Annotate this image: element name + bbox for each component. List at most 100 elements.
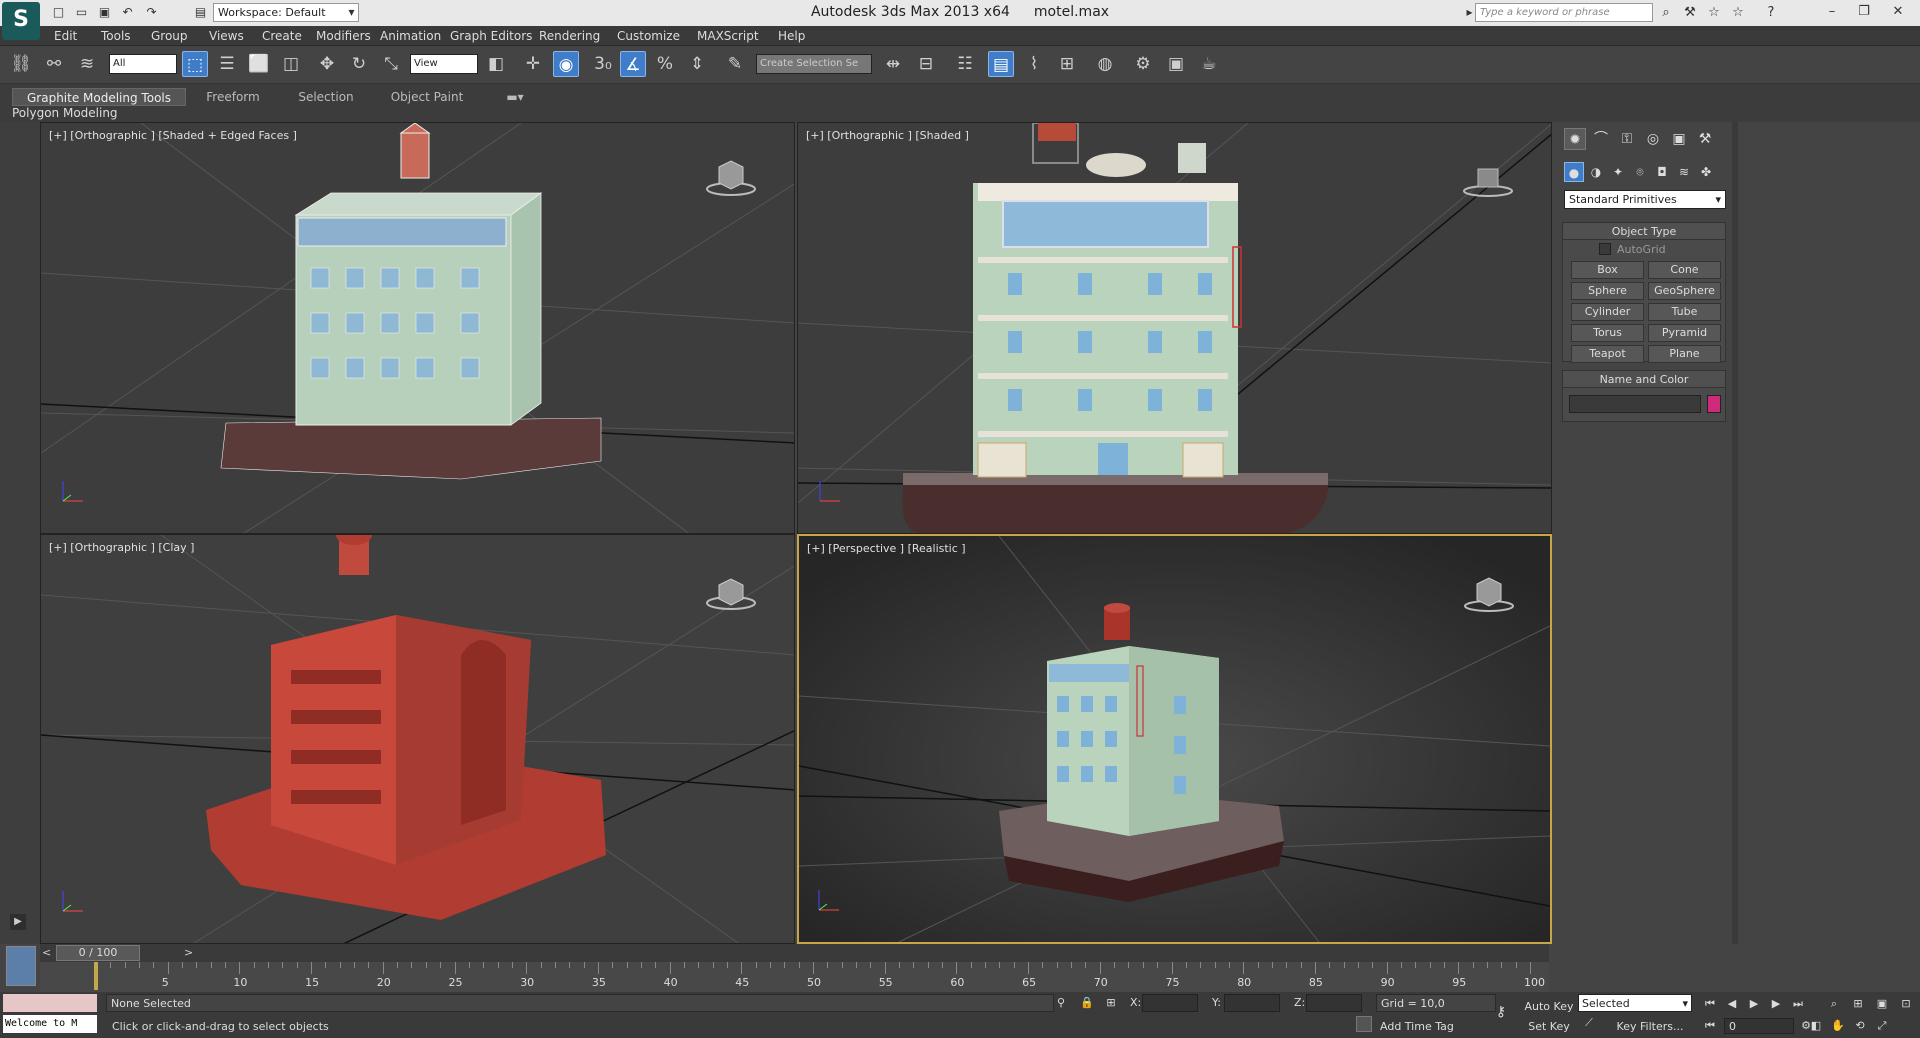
time-slider-prev-icon[interactable]: < xyxy=(42,946,51,959)
viewport-bottom-left[interactable]: [+] [Orthographic ] [Clay ] xyxy=(40,534,795,944)
zoom-extents-all-icon[interactable]: ⊡ xyxy=(1898,996,1914,1012)
named-selection-dropdown[interactable]: Create Selection Se xyxy=(756,54,872,74)
viewcube-icon[interactable] xyxy=(705,159,757,199)
communication-icon[interactable]: ☆ xyxy=(1705,4,1723,22)
maximize-viewport-icon[interactable]: ⤢ xyxy=(1874,1018,1890,1034)
viewport-bottom-right-perspective[interactable]: [+] [Perspective ] [Realistic ] xyxy=(797,534,1552,944)
minimize-icon[interactable]: – xyxy=(1818,2,1846,22)
sphere-button[interactable]: Sphere xyxy=(1571,282,1644,300)
default-tangent-icon[interactable]: ⟋ xyxy=(1580,1016,1598,1034)
layer-manager-icon[interactable]: ☷ xyxy=(952,51,978,77)
select-object-icon[interactable]: ⬚ xyxy=(182,51,208,77)
menu-views[interactable]: Views xyxy=(209,28,244,44)
polygon-modeling-panel[interactable]: Polygon Modeling xyxy=(12,106,118,120)
transform-type-in-icon[interactable]: ⊞ xyxy=(1104,996,1118,1009)
percent-snap-icon[interactable]: % xyxy=(652,51,678,77)
rendered-frame-window-icon[interactable]: ▣ xyxy=(1163,51,1189,77)
play-icon[interactable]: ▶ xyxy=(1746,996,1762,1012)
app-logo-icon[interactable]: S xyxy=(2,2,40,40)
autogrid-checkbox[interactable] xyxy=(1599,243,1611,255)
helpers-icon[interactable]: ◘ xyxy=(1652,162,1672,182)
ribbon-options-icon[interactable]: ▬▾ xyxy=(500,88,530,106)
render-setup-icon[interactable]: ⚙ xyxy=(1130,51,1156,77)
viewcube-icon[interactable] xyxy=(1463,576,1515,616)
select-and-move-icon[interactable]: ✥ xyxy=(314,51,340,77)
set-key-button[interactable]: Set Key xyxy=(1524,1020,1574,1033)
select-by-name-icon[interactable]: ☰ xyxy=(214,51,240,77)
select-and-link-icon[interactable]: ⛓ xyxy=(8,51,34,77)
subscription-icon[interactable]: ⚒ xyxy=(1681,4,1699,22)
tab-graphite-modeling-tools[interactable]: Graphite Modeling Tools xyxy=(12,88,186,106)
utilities-panel-icon[interactable]: ⚒ xyxy=(1694,128,1716,150)
align-icon[interactable]: ⊟ xyxy=(913,51,939,77)
spinner-snap-icon[interactable]: ⇕ xyxy=(684,51,710,77)
x-coordinate-input[interactable] xyxy=(1142,994,1198,1012)
bind-space-warp-icon[interactable]: ≋ xyxy=(74,51,100,77)
reference-coordinate-dropdown[interactable]: View xyxy=(410,54,478,74)
keyboard-shortcut-override-icon[interactable]: ◉ xyxy=(553,51,579,77)
z-coordinate-input[interactable] xyxy=(1306,994,1362,1012)
zoom-all-icon[interactable]: ⊞ xyxy=(1850,996,1866,1012)
orbit-icon[interactable]: ⟲ xyxy=(1852,1018,1868,1034)
search-input[interactable]: Type a keyword or phrase xyxy=(1475,3,1653,22)
toggle-ribbon-icon[interactable]: ▤ xyxy=(988,51,1014,77)
lights-icon[interactable]: ✦ xyxy=(1608,162,1628,182)
geosphere-button[interactable]: GeoSphere xyxy=(1648,282,1721,300)
current-frame-input[interactable]: 0 xyxy=(1724,1018,1794,1034)
binoculars-icon[interactable]: ⌕ xyxy=(1657,4,1675,22)
primitive-type-dropdown[interactable]: Standard Primitives ▾ xyxy=(1564,190,1726,209)
maxscript-listener-input[interactable]: Welcome to M xyxy=(3,1015,97,1033)
display-panel-icon[interactable]: ▣ xyxy=(1668,128,1690,150)
curve-editor-icon[interactable]: ⌇ xyxy=(1021,51,1047,77)
menu-customize[interactable]: Customize xyxy=(617,28,680,44)
rectangular-selection-icon[interactable]: ⬜ xyxy=(246,51,272,77)
viewcube-icon[interactable] xyxy=(1462,163,1514,203)
geometry-icon[interactable]: ● xyxy=(1564,162,1584,182)
object-name-input[interactable] xyxy=(1569,395,1701,413)
go-to-end-icon[interactable]: ⏭ xyxy=(1790,996,1806,1012)
viewport-label-bottom-left[interactable]: [+] [Orthographic ] [Clay ] xyxy=(49,541,194,554)
menu-graph-editors[interactable]: Graph Editors xyxy=(450,28,532,44)
shapes-icon[interactable]: ◑ xyxy=(1586,162,1606,182)
menu-animation[interactable]: Animation xyxy=(380,28,441,44)
menu-maxscript[interactable]: MAXScript xyxy=(697,28,759,44)
previous-frame-icon[interactable]: ◀ xyxy=(1724,996,1740,1012)
pyramid-button[interactable]: Pyramid xyxy=(1648,324,1721,342)
track-bar[interactable]: 5 10 15 20 25 30 35 40 45 50 55 60 65 70 75 80 85 90 95 100 xyxy=(40,962,1549,992)
time-slider[interactable]: 0 / 100 xyxy=(56,945,140,961)
tab-freeform[interactable]: Freeform xyxy=(196,88,270,106)
menu-tools[interactable]: Tools xyxy=(101,28,131,44)
angle-snap-icon[interactable]: ∡ xyxy=(620,51,646,77)
space-warps-icon[interactable]: ≋ xyxy=(1674,162,1694,182)
add-time-tag-button[interactable]: Add Time Tag xyxy=(1380,1020,1454,1033)
box-button[interactable]: Box xyxy=(1571,261,1644,279)
motion-panel-icon[interactable]: ◎ xyxy=(1642,128,1664,150)
tab-object-paint[interactable]: Object Paint xyxy=(382,88,472,106)
hierarchy-panel-icon[interactable]: ⚿ xyxy=(1616,128,1638,150)
tab-selection[interactable]: Selection xyxy=(290,88,362,106)
object-color-swatch[interactable] xyxy=(1707,395,1721,413)
window-crossing-icon[interactable]: ◫ xyxy=(278,51,304,77)
create-panel-icon[interactable]: ✹ xyxy=(1564,128,1586,150)
viewport-label-top-right[interactable]: [+] [Orthographic ] [Shaded ] xyxy=(806,129,969,142)
expand-play-icon[interactable]: ▶ xyxy=(10,914,26,930)
modify-panel-icon[interactable]: ⌒ xyxy=(1590,128,1612,150)
name-and-color-header[interactable]: Name and Color xyxy=(1563,371,1725,388)
selection-filter-dropdown[interactable]: All xyxy=(109,54,177,74)
viewport-label-top-left[interactable]: [+] [Orthographic ] [Shaded + Edged Face… xyxy=(49,129,297,142)
restore-icon[interactable]: ❐ xyxy=(1850,2,1878,22)
systems-icon[interactable]: ✤ xyxy=(1696,162,1716,182)
viewport-layout-icon[interactable] xyxy=(6,946,36,986)
menu-create[interactable]: Create xyxy=(262,28,302,44)
isolate-selection-icon[interactable]: ⚲ xyxy=(1054,996,1068,1009)
menu-edit[interactable]: Edit xyxy=(54,28,77,44)
key-filters-button[interactable]: Key Filters... xyxy=(1612,1020,1688,1033)
object-type-header[interactable]: Object Type xyxy=(1563,223,1725,240)
tube-button[interactable]: Tube xyxy=(1648,303,1721,321)
menu-modifiers[interactable]: Modifiers xyxy=(316,28,371,44)
go-to-start-icon[interactable]: ⏮ xyxy=(1702,996,1718,1012)
material-editor-icon[interactable]: ◍ xyxy=(1092,51,1118,77)
menu-help[interactable]: Help xyxy=(778,28,805,44)
mirror-icon[interactable]: ⇹ xyxy=(880,51,906,77)
render-production-icon[interactable]: ☕ xyxy=(1196,51,1222,77)
